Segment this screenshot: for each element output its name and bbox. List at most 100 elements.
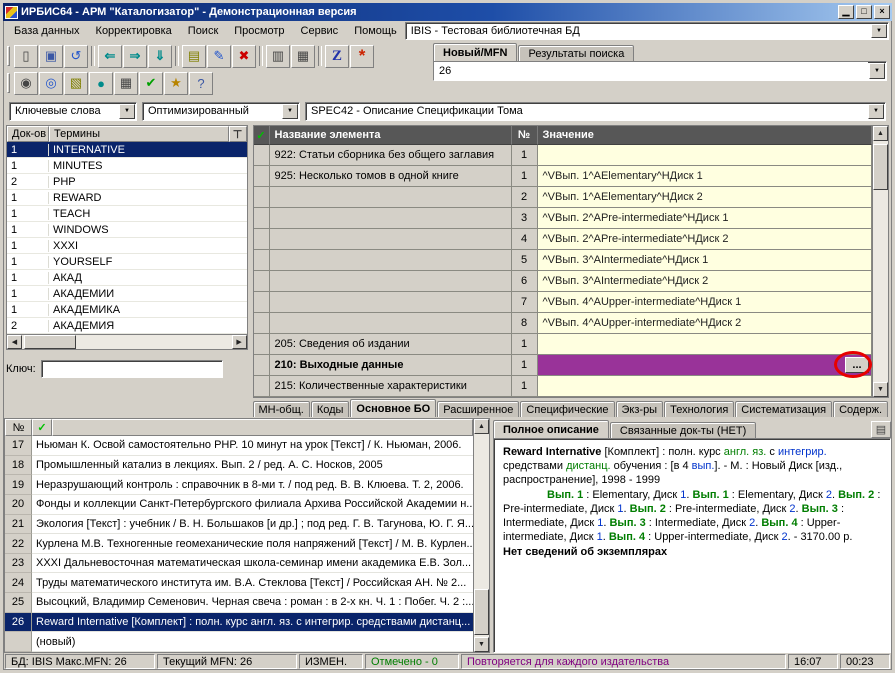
record-row[interactable]: (новый) <box>5 632 473 652</box>
chevron-down-icon[interactable]: ▼ <box>869 63 885 79</box>
view-record-button[interactable]: ◉ <box>14 72 38 95</box>
goto-record-button[interactable]: ⇓ <box>148 45 172 68</box>
record-tab[interactable]: Результаты поиска <box>518 45 634 61</box>
field-row[interactable]: 2 ^VВып. 1^AElementary^HДиск 2 ... <box>254 187 872 208</box>
menu-item[interactable]: Просмотр <box>226 23 292 39</box>
field-value-cell[interactable]: ^VВып. 3^AIntermediate^HДиск 2 ... <box>538 271 872 292</box>
save-button[interactable]: ▣ <box>39 45 63 68</box>
toolbar-grip[interactable] <box>7 73 10 93</box>
description-tab[interactable]: Полное описание <box>493 420 609 438</box>
925: Несколько томов в одной книге[interactable]: 925: Несколько томов в одной книге 1 ^VВ… <box>254 166 872 187</box>
field-value-cell[interactable]: ^VВып. 1^AElementary^HДиск 2 ... <box>538 187 872 208</box>
table-view-button[interactable]: ▦ <box>114 72 138 95</box>
print-icon[interactable]: ▤ <box>871 421 891 438</box>
scroll-left-icon[interactable]: ◀ <box>7 335 22 349</box>
field-row[interactable]: 4 ^VВып. 2^APre-intermediate^HДиск 2 ... <box>254 229 872 250</box>
field-value-cell[interactable]: ... <box>538 355 872 376</box>
menu-item[interactable]: Корректировка <box>88 23 180 39</box>
toolbar-button[interactable] <box>257 45 265 68</box>
term-row[interactable]: 1 YOURSELF <box>7 254 247 270</box>
field-value-cell[interactable]: ... <box>538 145 872 166</box>
validate-button[interactable]: ✔ <box>139 72 163 95</box>
worksheet-tab[interactable]: Расширенное <box>437 401 519 417</box>
worksheet-tab[interactable]: Экз-ры <box>616 401 664 417</box>
scrollbar-thumb[interactable] <box>474 589 489 635</box>
worksheet-combo[interactable]: SPEC42 - Описание Спецификации Тома ▼ <box>305 102 886 121</box>
term-row[interactable]: 1 АКАДЕМИИ <box>7 286 247 302</box>
record-tab[interactable]: Новый/MFN <box>433 43 517 61</box>
scroll-down-icon[interactable]: ▼ <box>873 382 888 397</box>
menu-item[interactable]: Помощь <box>346 23 405 39</box>
record-row[interactable]: 22 Курлена М.В. Техногенные геомеханичес… <box>5 534 473 554</box>
chevron-down-icon[interactable]: ▼ <box>868 104 884 119</box>
worksheet-tab[interactable]: Основное БО <box>350 399 436 417</box>
term-row[interactable]: 1 MINUTES <box>7 158 247 174</box>
dictionary-combo[interactable]: Ключевые слова ▼ <box>9 102 137 121</box>
autofill-button[interactable]: Z <box>325 45 349 68</box>
term-row[interactable]: 1 INTERNATIVE <box>7 142 247 158</box>
record-row[interactable]: 18 Промышленный катализ в лекциях. Вып. … <box>5 456 473 476</box>
record-row[interactable]: 25 Высоцкий, Владимир Семенович. Черная … <box>5 593 473 613</box>
record-row[interactable]: 23 XXXI Дальневосточная математическая ш… <box>5 554 473 574</box>
field-row[interactable]: 6 ^VВып. 3^AIntermediate^HДиск 2 ... <box>254 271 872 292</box>
close-button[interactable]: × <box>874 5 890 19</box>
922: Статьи сборника без общего заглавия[interactable]: 922: Статьи сборника без общего заглавия… <box>254 145 872 166</box>
field-row[interactable]: 5 ^VВып. 3^AIntermediate^HДиск 1 ... <box>254 250 872 271</box>
help-button[interactable]: ? <box>189 72 213 95</box>
scroll-up-icon[interactable]: ▲ <box>474 419 489 434</box>
next-record-button[interactable]: ⇒ <box>123 45 147 68</box>
210: Выходные данные[interactable]: 210: Выходные данные 1 ... <box>254 355 872 376</box>
term-row[interactable]: 1 АКАД <box>7 270 247 286</box>
search-db-button[interactable]: ◎ <box>39 72 63 95</box>
215: Количественные характеристики[interactable]: 215: Количественные характеристики 1 ... <box>254 376 872 397</box>
worksheet-tab[interactable]: Коды <box>311 401 350 417</box>
menu-item[interactable]: База данных <box>6 23 88 39</box>
edit-button[interactable]: ✎ <box>207 45 231 68</box>
scroll-right-icon[interactable]: ▶ <box>232 335 247 349</box>
dictionary-button[interactable]: ▧ <box>64 72 88 95</box>
field-value-cell[interactable]: ... <box>538 376 872 397</box>
search-mode-combo[interactable]: Оптимизированный ▼ <box>142 102 300 121</box>
term-row[interactable]: 2 АКАДЕМИЯ <box>7 318 247 334</box>
field-row[interactable]: 3 ^VВып. 2^APre-intermediate^HДиск 1 ... <box>254 208 872 229</box>
scrollbar-thumb[interactable] <box>873 144 888 190</box>
worksheet-button[interactable]: ▤ <box>182 45 206 68</box>
prev-record-button[interactable]: ⇐ <box>98 45 122 68</box>
record-row[interactable]: 20 Фонды и коллекции Санкт-Петербургског… <box>5 495 473 515</box>
worksheet-tab[interactable]: МН-общ. <box>253 401 310 417</box>
mfn-combo[interactable]: ▼ <box>433 61 887 81</box>
scroll-up-icon[interactable]: ▲ <box>873 126 888 141</box>
record-row[interactable]: 19 Неразрушающий контроль : справочник в… <box>5 475 473 495</box>
field-value-cell[interactable]: ^VВып. 4^AUpper-intermediate^HДиск 1 ... <box>538 292 872 313</box>
fields-vertical-scrollbar[interactable]: ▲ ▼ <box>872 126 888 397</box>
terms-horizontal-scrollbar[interactable]: ◀ ▶ <box>7 334 247 349</box>
toolbar-grip[interactable] <box>7 46 10 66</box>
toolbar-button[interactable] <box>89 45 97 68</box>
toolbar-button[interactable] <box>173 45 181 68</box>
field-editor-button[interactable]: ... <box>845 357 869 373</box>
worksheet-tab[interactable]: Содерж. <box>833 401 888 417</box>
toolbar-button[interactable] <box>316 45 324 68</box>
worksheet-tab[interactable]: Систематизация <box>735 401 832 417</box>
worksheet-tab[interactable]: Специфические <box>520 401 614 417</box>
macro-button[interactable]: * <box>350 45 374 68</box>
field-value-cell[interactable]: ^VВып. 2^APre-intermediate^HДиск 2 ... <box>538 229 872 250</box>
term-row[interactable]: 1 TEACH <box>7 206 247 222</box>
term-row[interactable]: 2 PHP <box>7 174 247 190</box>
worksheet-tab[interactable]: Технология <box>664 401 734 417</box>
records-vertical-scrollbar[interactable]: ▲ ▼ <box>473 419 489 652</box>
field-value-cell[interactable]: ^VВып. 2^APre-intermediate^HДиск 1 ... <box>538 208 872 229</box>
stats-button[interactable]: ▦ <box>291 45 315 68</box>
term-row[interactable]: 1 REWARD <box>7 190 247 206</box>
record-row[interactable]: 17 Ньюман К. Освой самостоятельно PHP. 1… <box>5 436 473 456</box>
term-row[interactable]: 1 АКАДЕМИКА <box>7 302 247 318</box>
field-value-cell[interactable]: ^VВып. 3^AIntermediate^HДиск 1 ... <box>538 250 872 271</box>
field-value-cell[interactable]: ^VВып. 1^AElementary^HДиск 1 ... <box>538 166 872 187</box>
record-row[interactable]: 26 Reward Internative [Комплект] : полн.… <box>5 613 473 633</box>
web-button[interactable]: ● <box>89 72 113 95</box>
record-row[interactable]: 21 Экология [Текст] : учебник / В. Н. Бо… <box>5 515 473 535</box>
pin-icon[interactable]: ⊤ <box>229 126 247 142</box>
minimize-button[interactable]: ▁ <box>838 5 854 19</box>
new-record-button[interactable]: ▯ <box>14 45 38 68</box>
bookmark-button[interactable]: ★ <box>164 72 188 95</box>
